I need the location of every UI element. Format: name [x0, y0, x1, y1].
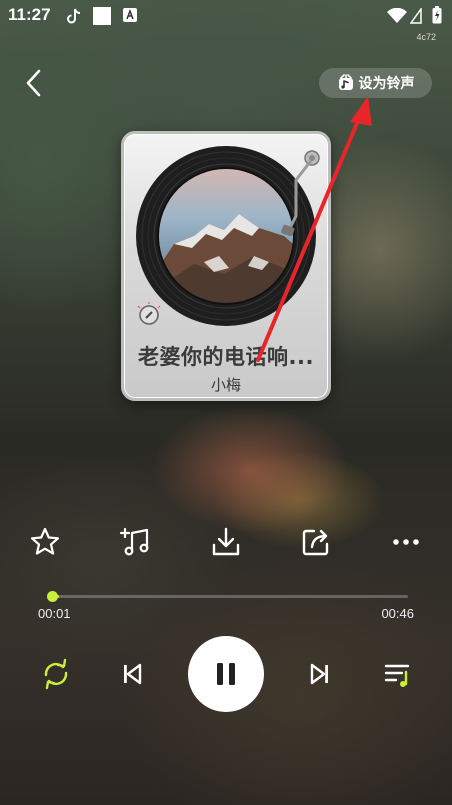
playlist-button[interactable] [380, 656, 416, 692]
more-icon [393, 539, 419, 545]
repeat-mode-button[interactable] [38, 656, 74, 692]
more-button[interactable] [388, 524, 424, 560]
elapsed-time: 00:01 [38, 606, 71, 621]
download-button[interactable] [208, 524, 244, 560]
playlist-icon [384, 664, 410, 687]
pause-icon [217, 663, 235, 685]
previous-track-button[interactable] [116, 656, 148, 692]
status-bar: 11:27 4c72 [0, 0, 452, 42]
star-icon [30, 527, 60, 555]
signal-icon [410, 8, 422, 24]
share-icon [302, 529, 329, 556]
wifi-icon [387, 8, 407, 23]
progress-thumb[interactable] [47, 591, 58, 602]
next-track-button[interactable] [304, 656, 336, 692]
turntable-card: 老婆你的电话响... 小梅 [121, 131, 331, 401]
set-ringtone-button[interactable]: 设为铃声 [319, 68, 432, 98]
font-a-icon [123, 8, 137, 22]
song-title: 老婆你的电话响... [138, 345, 314, 369]
total-duration: 00:46 [381, 606, 414, 621]
notification-square-icon [93, 7, 111, 25]
repeat-icon [44, 658, 68, 690]
ringtone-icon [338, 74, 353, 90]
chevron-left-icon [26, 69, 41, 97]
device-code: 4c72 [416, 32, 436, 42]
status-time: 11:27 [8, 5, 51, 24]
progress-track[interactable] [52, 595, 408, 598]
download-icon [212, 527, 240, 556]
set-ringtone-label: 设为铃声 [358, 76, 415, 92]
artist-name: 小梅 [210, 376, 241, 394]
back-button[interactable] [22, 66, 48, 100]
battery-icon [432, 6, 442, 24]
add-to-playlist-button[interactable] [117, 524, 153, 560]
skip-previous-icon [124, 663, 142, 685]
pause-button[interactable] [188, 636, 264, 712]
speed-knob-icon [137, 302, 161, 325]
tonearm [281, 150, 320, 237]
favorite-button[interactable] [27, 524, 63, 560]
skip-next-icon [310, 663, 328, 685]
tiktok-icon [67, 8, 81, 24]
music-add-icon [119, 527, 149, 556]
share-button[interactable] [298, 524, 334, 560]
